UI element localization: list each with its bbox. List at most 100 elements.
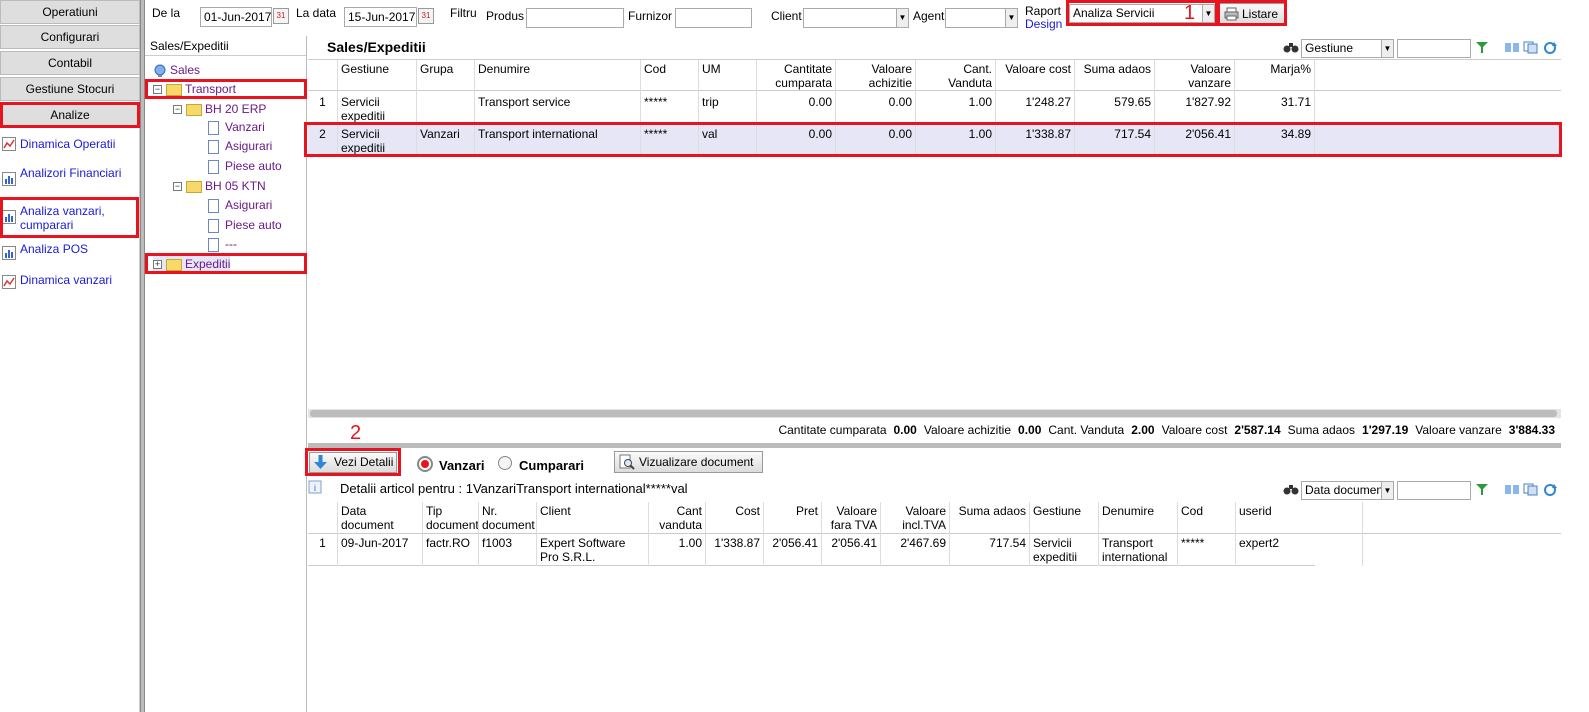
- filter-icon[interactable]: [1475, 41, 1489, 54]
- table-row[interactable]: 2 Servicii expeditii Vanzari Transport inte…: [308, 123, 1561, 155]
- nav-link-analizori-financiari[interactable]: Analizori Financiari: [0, 166, 140, 186]
- chevron-down-icon: ▼: [1005, 9, 1017, 27]
- filter-icon[interactable]: [1475, 483, 1489, 496]
- agent-label: Agent: [913, 9, 945, 23]
- vezi-detalii-button[interactable]: Vezi Detalii: [309, 452, 397, 473]
- tree-node-label: Transport: [185, 82, 236, 96]
- collapse-icon[interactable]: −: [173, 182, 182, 192]
- column-header[interactable]: Valoare achizitie: [836, 60, 916, 91]
- nav-link-dinamica-operatii[interactable]: Dinamica Operatii: [0, 137, 140, 151]
- column-header[interactable]: UM: [699, 60, 757, 91]
- column-header[interactable]: Cant vanduta: [649, 502, 706, 534]
- client-select[interactable]: ▼: [803, 8, 909, 28]
- column-header[interactable]: Valoare incl.TVA: [881, 502, 950, 534]
- tree-node-asigurari[interactable]: Asigurari: [208, 138, 272, 154]
- column-header[interactable]: Marja%: [1235, 60, 1315, 91]
- tree-node-vanzari[interactable]: Vanzari: [208, 119, 265, 135]
- column-header[interactable]: Valoare fara TVA: [822, 502, 881, 534]
- tree-node-piese-auto[interactable]: Piese auto: [208, 158, 282, 174]
- gestiune-select[interactable]: Gestiune ▼: [1301, 39, 1394, 58]
- calendar-icon[interactable]: 31: [418, 8, 434, 24]
- table-row[interactable]: 1 09-Jun-2017 factr.RO f1003 Expert Software…: [308, 534, 1363, 566]
- date-to-input[interactable]: 15-Jun-2017: [344, 7, 417, 27]
- calendar-icon[interactable]: 31: [273, 8, 289, 24]
- column-header[interactable]: Tip document: [423, 502, 479, 534]
- radio-cumparari-label[interactable]: Cumparari: [519, 458, 584, 473]
- collapse-icon[interactable]: −: [173, 105, 182, 115]
- tree-node-expeditii[interactable]: + Expeditii: [153, 256, 231, 272]
- radio-vanzari[interactable]: [417, 456, 433, 472]
- tree-node-transport[interactable]: − Transport: [153, 81, 236, 97]
- nav-button-gestiune-stocuri[interactable]: Gestiune Stocuri: [0, 77, 140, 101]
- nav-button-operatiuni[interactable]: Operatiuni: [0, 0, 140, 24]
- nav-button-analize[interactable]: Analize: [0, 103, 140, 127]
- listare-button[interactable]: Listare: [1219, 3, 1285, 25]
- furnizor-input[interactable]: [675, 8, 752, 28]
- binoculars-icon[interactable]: [1283, 482, 1299, 496]
- expand-icon[interactable]: +: [153, 260, 162, 270]
- columns-icon[interactable]: [1504, 483, 1520, 496]
- column-header[interactable]: Suma adaos: [1075, 60, 1155, 91]
- column-header[interactable]: Gestiune: [338, 60, 417, 91]
- details-sort-select[interactable]: Data documen ▼: [1301, 481, 1394, 500]
- nav-link-dinamica-vanzari[interactable]: Dinamica vanzari: [0, 273, 140, 289]
- nav-button-contabil[interactable]: Contabil: [0, 51, 140, 75]
- column-header[interactable]: Cod: [641, 60, 699, 91]
- nav-button-configurari[interactable]: Configurari: [0, 25, 140, 49]
- horizontal-scrollbar[interactable]: [308, 409, 1561, 418]
- column-header[interactable]: Gestiune: [1030, 502, 1099, 534]
- search-input[interactable]: [1397, 39, 1471, 58]
- column-header[interactable]: Cost: [706, 502, 764, 534]
- column-header[interactable]: Valoare cost: [996, 60, 1075, 91]
- column-header[interactable]: Denumire: [1099, 502, 1178, 534]
- annotation-marker-2: 2: [350, 422, 362, 444]
- document-icon: [208, 198, 219, 213]
- date-from-input[interactable]: 01-Jun-2017: [200, 7, 272, 27]
- column-header[interactable]: userid: [1236, 502, 1363, 534]
- page-title: Sales/Expeditii: [327, 39, 426, 55]
- table-cell: *****: [1178, 534, 1236, 566]
- scrollbar-thumb[interactable]: [310, 410, 1557, 417]
- copy-icon[interactable]: [1523, 483, 1539, 496]
- produs-input[interactable]: [526, 8, 624, 28]
- column-header[interactable]: Denumire: [475, 60, 641, 91]
- column-header[interactable]: Nr. document: [479, 502, 537, 534]
- tree-node-asigurari[interactable]: Asigurari: [208, 197, 272, 213]
- table-row[interactable]: 1 Servicii expeditii Transport service ****…: [308, 91, 1561, 123]
- column-header[interactable]: Pret: [764, 502, 822, 534]
- tree-node-dashes[interactable]: ---: [208, 236, 237, 252]
- column-header[interactable]: Cod: [1178, 502, 1236, 534]
- tree-node-bh05ktn[interactable]: − BH 05 KTN: [173, 178, 266, 194]
- details-search-input[interactable]: [1397, 481, 1471, 500]
- columns-icon[interactable]: [1504, 41, 1520, 54]
- collapse-icon[interactable]: −: [153, 85, 162, 95]
- column-header[interactable]: Client: [537, 502, 649, 534]
- copy-icon[interactable]: [1523, 41, 1539, 54]
- column-header[interactable]: Suma adaos: [950, 502, 1030, 534]
- splitter-horizontal[interactable]: [308, 443, 1561, 448]
- refresh-icon[interactable]: [1542, 41, 1558, 55]
- binoculars-icon[interactable]: [1283, 40, 1299, 54]
- radio-vanzari-label[interactable]: Vanzari: [439, 458, 485, 473]
- table-cell: 0.00: [836, 123, 916, 155]
- column-header[interactable]: Data document: [338, 502, 423, 534]
- table-cell: 0.00: [757, 91, 836, 123]
- column-header[interactable]: Grupa: [417, 60, 475, 91]
- table-cell: 1.00: [916, 91, 996, 123]
- design-link[interactable]: Design: [1025, 17, 1062, 31]
- table-cell: 1.00: [649, 534, 706, 566]
- tree-node-bh20erp[interactable]: − BH 20 ERP: [173, 101, 266, 117]
- tree-node-piese-auto[interactable]: Piese auto: [208, 217, 282, 233]
- nav-link-analiza-vanzari-cumparari[interactable]: Analiza vanzari, cumparari: [0, 204, 140, 232]
- column-header[interactable]: Valoare vanzare: [1155, 60, 1235, 91]
- column-header[interactable]: Cantitate cumparata: [757, 60, 836, 91]
- tree-node-sales[interactable]: Sales: [153, 62, 200, 78]
- nav-link-analiza-pos[interactable]: Analiza POS: [0, 242, 140, 260]
- agent-select[interactable]: ▼: [945, 8, 1018, 28]
- refresh-icon[interactable]: [1542, 483, 1558, 497]
- column-header[interactable]: Cant. Vanduta: [916, 60, 996, 91]
- raport-select-value: Analiza Servicii: [1073, 6, 1155, 20]
- details-header-bar: i Detalii articol pentru : 1VanzariTrans…: [308, 478, 1561, 502]
- radio-cumparari[interactable]: [498, 456, 512, 470]
- vizualizare-document-button[interactable]: Vizualizare document: [614, 451, 763, 473]
